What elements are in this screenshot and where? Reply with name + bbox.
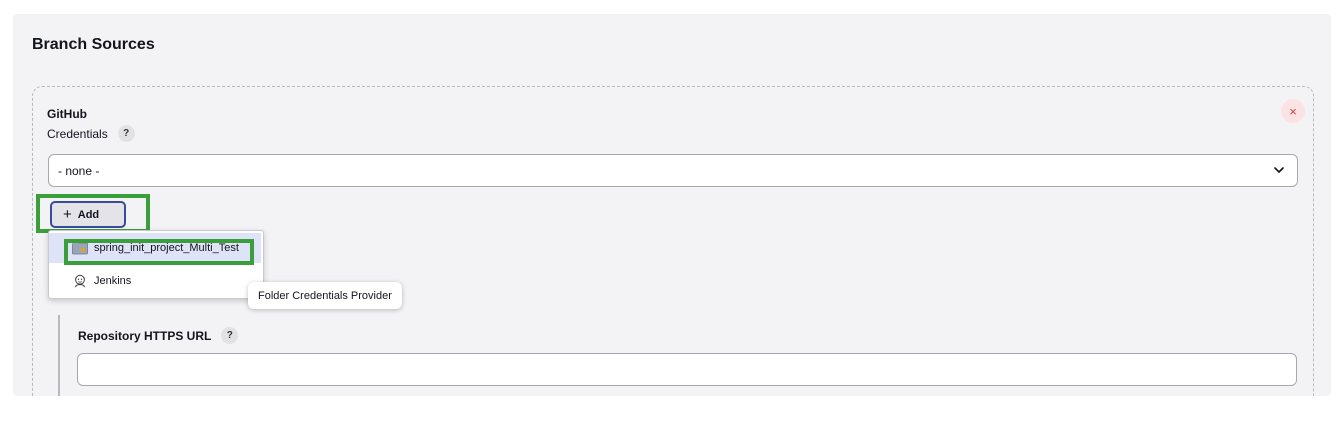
- repository-section: Repository HTTPS URL ?: [58, 315, 1320, 396]
- help-icon[interactable]: ?: [221, 327, 239, 344]
- credentials-label-row: Credentials ?: [47, 125, 135, 142]
- remove-source-button[interactable]: ×: [1281, 99, 1305, 123]
- help-icon[interactable]: ?: [117, 125, 135, 142]
- branch-sources-panel: Branch Sources GitHub Credentials ? × - …: [13, 14, 1331, 396]
- jenkins-icon: [75, 274, 85, 288]
- github-title: GitHub: [47, 107, 87, 121]
- credentials-label: Credentials: [47, 126, 108, 141]
- menu-item-highlight: [64, 239, 254, 265]
- menu-item-label: Jenkins: [94, 275, 132, 287]
- add-button-label: Add: [77, 208, 100, 221]
- credentials-select[interactable]: - none -: [48, 154, 1298, 187]
- repo-url-label-row: Repository HTTPS URL ?: [78, 327, 239, 344]
- repo-url-label: Repository HTTPS URL: [78, 328, 212, 343]
- add-credentials-button[interactable]: + Add: [50, 201, 126, 228]
- provider-tooltip: Folder Credentials Provider: [248, 282, 402, 309]
- section-title: Branch Sources: [32, 36, 155, 53]
- menu-item-jenkins[interactable]: Jenkins: [49, 266, 261, 296]
- chevron-down-icon: [1274, 167, 1284, 173]
- plus-icon: +: [63, 206, 72, 223]
- repo-url-input[interactable]: [77, 353, 1297, 386]
- credentials-selected-value: - none -: [58, 163, 100, 178]
- github-source-card: GitHub Credentials ? × - none - + Add sp…: [32, 86, 1314, 396]
